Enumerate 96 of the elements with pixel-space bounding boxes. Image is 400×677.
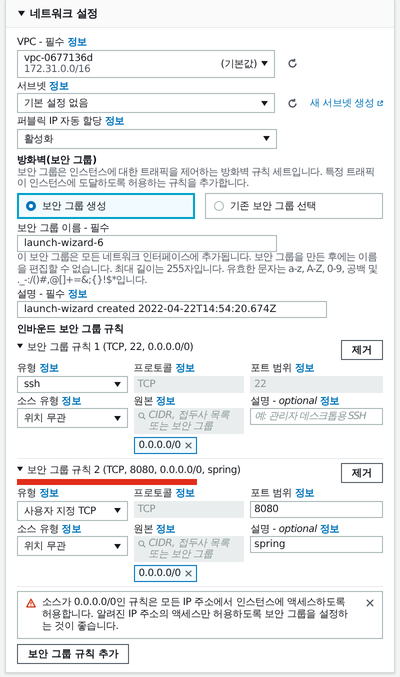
dropdown-icon [114,544,121,549]
caret-icon[interactable] [18,10,25,17]
select-value: 위치 무관 [24,540,67,554]
close-icon[interactable] [184,442,192,450]
type-select[interactable]: ssh [17,376,128,393]
protocol-field: TCP [134,376,244,393]
description-input[interactable]: launch-wizard created 2022-04-22T14:54:20.674Z [17,301,327,318]
radio-icon [26,200,36,211]
info-link[interactable]: 정보 [320,396,340,408]
info-link[interactable]: 정보 [39,488,59,500]
close-icon[interactable] [184,570,192,578]
search-icon [138,540,146,548]
field-label: 소스 유형 [17,396,59,408]
external-link-icon [376,98,383,108]
port-field: 22 [250,376,383,393]
source-type-select[interactable]: 위치 무관 [17,408,128,428]
field-label: 원본 [134,524,154,536]
search-icon [138,412,146,420]
info-link[interactable]: 정보 [320,524,340,536]
warning-icon [26,598,36,608]
info-link[interactable]: 정보 [62,524,82,536]
dropdown-icon [114,508,121,514]
section-title: 네트워크 설정 [30,6,98,21]
radio-icon [214,200,224,211]
vpc-select[interactable]: vpc-0677136d 172.31.0.0/16 (기본값) [17,50,275,78]
warning-text: 소스가 0.0.0.0/0인 규칙은 모든 IP 주소에서 인스턴스에 액세스하도록 허용합니다. 알려진 IP 주소의 액세스만 허용하도록 보안 그룹을 설정하는 것이 좋습니다. [42,597,349,634]
dropdown-icon [114,382,121,387]
info-link[interactable]: 정보 [156,396,176,408]
field-label: 포트 범위 [250,363,292,375]
dropdown-icon [261,100,268,106]
info-link[interactable]: 정보 [39,363,59,375]
source-search-field[interactable]: CIDR, 접두사 목록 또는 보안 그룹 [134,536,244,562]
name-input[interactable]: launch-wizard-6 [17,235,277,252]
field-label: 원본 [134,396,154,408]
caret-icon[interactable] [17,342,23,349]
field-label: 프로토콜 [134,363,172,375]
info-link[interactable]: 정보 [67,37,87,48]
token-label: 0.0.0.0/0 [138,568,181,580]
info-link[interactable]: 정보 [175,488,195,500]
info-link[interactable]: 정보 [68,288,88,300]
info-link[interactable]: 정보 [104,116,124,128]
inbound-heading: 인바운드 보안 그룹 규칙 [17,323,125,336]
field-label: 유형 [17,363,36,375]
subnet-select[interactable]: 기본 설정 없음 [17,93,275,113]
field-label: 설명 - optional [250,524,317,536]
select-value: 활성화 [24,132,54,146]
field-label: 유형 [17,488,36,500]
select-value: vpc-0677136d [24,52,94,64]
select-value: ssh [24,378,41,390]
source-type-select[interactable]: 위치 무관 [17,536,128,556]
type-select[interactable]: 사용자 지정 TCP [17,500,128,521]
close-icon[interactable] [366,599,374,608]
description-input[interactable]: 예: 관리자 데스크톱용 SSH [250,408,383,426]
info-link[interactable]: 정보 [294,363,314,375]
radio-option[interactable]: 보안 그룹 생성 [17,192,195,219]
source-search-field[interactable]: CIDR, 접두사 목록 또는 보안 그룹 [134,408,244,434]
dropdown-icon [261,61,268,66]
field-label: 설명 - 필수 [17,288,65,300]
field-label: 퍼블릭 IP 자동 할당 [17,116,102,128]
dropdown-icon [114,416,121,421]
select-value: 위치 무관 [24,412,67,426]
field-label: 서브넷 [17,80,46,92]
port-field[interactable]: 8080 [250,500,383,518]
dropdown-icon [263,136,270,141]
info-link[interactable]: 정보 [62,396,82,408]
info-link[interactable]: 정보 [49,80,69,92]
field-label: 포트 범위 [250,488,292,500]
radio-option[interactable]: 기존 보안 그룹 선택 [205,192,383,219]
field-label: 설명 - optional [250,396,317,408]
public-ip-select[interactable]: 활성화 [17,128,277,148]
remove-button[interactable]: 제거 [341,463,383,484]
create-subnet-link[interactable]: 새 서브넷 생성 [310,96,374,110]
token-label: 0.0.0.0/0 [138,440,181,452]
caret-icon[interactable] [17,466,23,472]
name-hint: 이 보안 그룹은 모든 네트워크 인터페이스에 추가됩니다. 보안 그룹을 만든 후에는 이름을 편집할 수 없습니다. 최대 길이는 255자입니다. 유효한 문자는 a-z, A-Z, 0-9, 공백 및 ._-:/()#,@[]+=&;{}!$*입니다. [17,252,379,286]
info-link[interactable]: 정보 [156,524,176,536]
refresh-icon[interactable] [287,58,298,69]
select-value: 사용자 지정 TCP [24,504,97,518]
protocol-field: TCP [134,500,244,518]
field-label: 소스 유형 [17,524,59,536]
vpc-cidr: 172.31.0.0/16 [24,64,90,74]
field-label: 보안 그룹 이름 - 필수 [17,222,110,234]
rule-title: 보안 그룹 규칙 1 (TCP, 22, 0.0.0.0/0) [27,341,194,354]
rule-title: 보안 그룹 규칙 2 (TCP, 8080, 0.0.0.0/0, spring) [27,464,240,478]
add-rule-button[interactable]: 보안 그룹 규칙 추가 [17,644,130,664]
select-value: 기본 설정 없음 [24,97,89,110]
firewall-heading: 방화벽(보안 그룹) [17,154,98,166]
info-link[interactable]: 정보 [175,363,195,375]
field-label: 프로토콜 [134,488,172,500]
field-label: VPC - 필수 [17,37,64,48]
description-input[interactable]: spring [250,536,383,554]
refresh-icon[interactable] [287,98,298,108]
remove-button[interactable]: 제거 [341,340,383,360]
default-tag: (기본값) [220,56,257,70]
firewall-description: 보안 그룹은 인스턴스에 대한 트래픽을 제어하는 방화벽 규칙 세트입니다. 특정 트래픽이 인스턴스에 도달하도록 허용하는 규칙을 추가합니다. [17,166,376,189]
info-link[interactable]: 정보 [294,488,314,500]
